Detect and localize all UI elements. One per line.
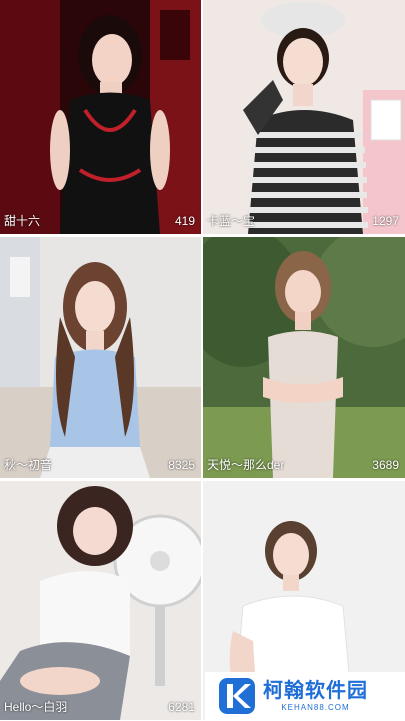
viewer-count: 6281 (168, 700, 195, 714)
watermark-brand: 柯翰软件园 (263, 680, 368, 702)
streamer-grid: 甜十六 419 卡蓝～宝 1297 秋～初音 8325 天悦～那么der 368… (0, 0, 405, 720)
streamer-thumbnail (0, 481, 201, 720)
streamer-card[interactable]: 天悦～那么der 3689 (203, 237, 405, 478)
viewer-count: 419 (174, 214, 195, 228)
k-logo-icon (217, 676, 257, 716)
viewer-count: 8325 (168, 458, 195, 472)
site-watermark: 柯翰软件园 KEHAN88.COM (205, 672, 405, 720)
streamer-card[interactable]: 甜十六 419 (0, 0, 201, 234)
streamer-name: 卡蓝～宝 (207, 214, 256, 228)
streamer-thumbnail (203, 237, 405, 478)
streamer-card[interactable]: Hello～白羽 6281 (0, 481, 201, 720)
streamer-name: 秋～初音 (4, 458, 53, 472)
streamer-name: 甜十六 (4, 214, 41, 228)
streamer-thumbnail (203, 0, 405, 234)
streamer-thumbnail (0, 0, 201, 234)
streamer-card[interactable]: 卡蓝～宝 1297 (203, 0, 405, 234)
streamer-thumbnail (0, 237, 201, 478)
viewer-count: 3689 (372, 458, 399, 472)
viewer-count: 1297 (372, 214, 399, 228)
streamer-name: 天悦～那么der (207, 458, 285, 472)
watermark-url: KEHAN88.COM (281, 703, 350, 712)
streamer-card[interactable]: 秋～初音 8325 (0, 237, 201, 478)
streamer-name: Hello～白羽 (4, 700, 68, 714)
